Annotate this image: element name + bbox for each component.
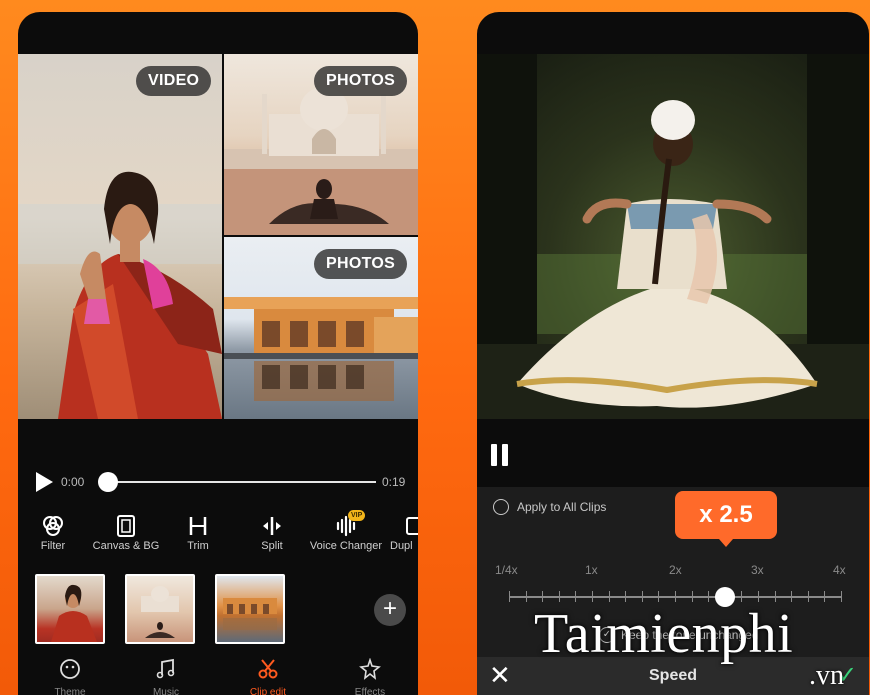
add-clip-button[interactable]: + xyxy=(374,594,406,626)
speed-slider-tick xyxy=(558,591,560,602)
radio-icon xyxy=(493,499,509,515)
clip-thumbnail[interactable] xyxy=(35,574,105,644)
canvas-bg-tool-button[interactable]: Canvas & BG xyxy=(88,512,164,552)
speed-slider-tick xyxy=(708,591,710,602)
video-tile[interactable]: VIDEO xyxy=(18,54,222,419)
nav-music[interactable]: Music xyxy=(136,658,196,695)
watermark-logo: Taimienphi .vn xyxy=(534,602,864,692)
dancer-preview xyxy=(477,54,869,419)
trim-tool-button[interactable]: Trim xyxy=(176,512,220,552)
timeline-scrubber[interactable] xyxy=(98,472,118,492)
voice-changer-tool-button[interactable]: VIP Voice Changer xyxy=(308,510,384,552)
playback-bar: 0:00 0:19 xyxy=(18,467,418,497)
total-duration: 0:19 xyxy=(382,475,406,489)
photo-tile-taj-mahal[interactable]: PHOTOS xyxy=(224,54,418,235)
speed-phone-screen: Apply to All Clips x 2.5 1/4x 1x 2x 3x 4… xyxy=(477,12,869,695)
clip-thumbnail[interactable] xyxy=(215,574,285,644)
nav-effects-label: Effects xyxy=(354,687,386,695)
speed-slider-tick xyxy=(542,591,544,602)
duplicate-label: Dupl xyxy=(390,540,413,552)
speed-slider-tick xyxy=(841,591,842,602)
photos-badge: PHOTOS xyxy=(314,66,408,96)
split-tool-button[interactable]: Split xyxy=(250,512,294,552)
trim-label: Trim xyxy=(187,540,209,552)
speed-slider-tick xyxy=(658,591,660,602)
nav-theme-label: Theme xyxy=(54,687,86,695)
watermark-suffix: .vn xyxy=(809,660,844,691)
speed-slider-tick xyxy=(807,591,809,602)
split-label: Split xyxy=(261,540,283,552)
woman-in-sari-image xyxy=(18,171,222,419)
music-icon xyxy=(156,658,175,679)
speed-slider-tick xyxy=(774,591,776,602)
voice-changer-icon: VIP xyxy=(308,510,384,540)
filter-icon xyxy=(30,512,76,540)
editor-phone-screen: VIDEO PHOTOS PHOTOS 0:00 0:19 Filter Can… xyxy=(18,12,418,695)
speed-slider-tick xyxy=(509,591,510,602)
speed-slider-tick xyxy=(641,591,643,602)
close-icon[interactable]: ✕ xyxy=(489,660,511,691)
voice-changer-label: Voice Changer xyxy=(309,540,383,552)
vip-badge: VIP xyxy=(348,510,366,521)
nav-clip-edit-label: Clip edit xyxy=(249,687,287,695)
duplicate-icon xyxy=(390,512,418,540)
speed-value-bubble: x 2.5 xyxy=(675,491,777,539)
filter-tool-button[interactable]: Filter xyxy=(30,512,76,552)
speed-slider-tick xyxy=(525,591,527,602)
split-icon xyxy=(250,512,294,540)
bottom-navigation: Theme Music Clip edit Effects xyxy=(18,652,418,695)
speed-slider-tick xyxy=(741,591,743,602)
timeline-track[interactable] xyxy=(108,481,376,483)
speed-slider-tick xyxy=(791,591,793,602)
canvas-bg-label: Canvas & BG xyxy=(92,540,160,552)
speed-tick-label: 1x xyxy=(585,563,598,577)
filter-label: Filter xyxy=(40,540,66,552)
edit-toolbar: Filter Canvas & BG Trim Split VIP Voice … xyxy=(18,510,418,572)
pause-button[interactable] xyxy=(491,444,511,466)
photos-badge: PHOTOS xyxy=(314,249,408,279)
speed-slider-tick xyxy=(675,591,676,602)
pause-icon xyxy=(491,444,497,466)
duplicate-tool-button[interactable]: Dupl xyxy=(390,512,418,552)
speed-tick-label: 1/4x xyxy=(495,563,518,577)
speed-tick-label: 3x xyxy=(751,563,764,577)
clip-thumbnail[interactable] xyxy=(125,574,195,644)
speed-tick-label: 4x xyxy=(833,563,846,577)
speed-slider-tick xyxy=(691,591,693,602)
nav-clip-edit[interactable]: Clip edit xyxy=(238,658,298,695)
canvas-icon xyxy=(88,512,164,540)
speed-tick-label: 2x xyxy=(669,563,682,577)
speed-slider-tick xyxy=(758,591,759,602)
nav-theme[interactable]: Theme xyxy=(40,658,100,695)
photo-tile-palace[interactable]: PHOTOS xyxy=(224,237,418,419)
scissors-icon xyxy=(258,659,278,679)
speed-slider-tick xyxy=(824,591,826,602)
speed-slider-tick xyxy=(625,591,627,602)
play-icon[interactable] xyxy=(36,472,53,492)
clip-strip: + xyxy=(18,574,418,650)
speed-slider-tick xyxy=(575,591,577,602)
dancer-image xyxy=(477,54,869,419)
current-time: 0:00 xyxy=(61,475,85,489)
nav-music-label: Music xyxy=(152,687,180,695)
speed-slider-tick xyxy=(608,591,610,602)
bubble-pointer xyxy=(719,539,733,547)
theme-icon xyxy=(60,659,80,679)
apply-all-clips-option[interactable]: Apply to All Clips xyxy=(493,499,606,515)
nav-effects[interactable]: Effects xyxy=(340,657,400,695)
trim-icon xyxy=(176,512,220,540)
effects-icon xyxy=(359,657,381,680)
video-badge: VIDEO xyxy=(136,66,212,96)
watermark-text: Taimienphi xyxy=(534,603,794,665)
apply-all-label: Apply to All Clips xyxy=(517,500,607,514)
speed-slider-tick xyxy=(592,591,593,602)
